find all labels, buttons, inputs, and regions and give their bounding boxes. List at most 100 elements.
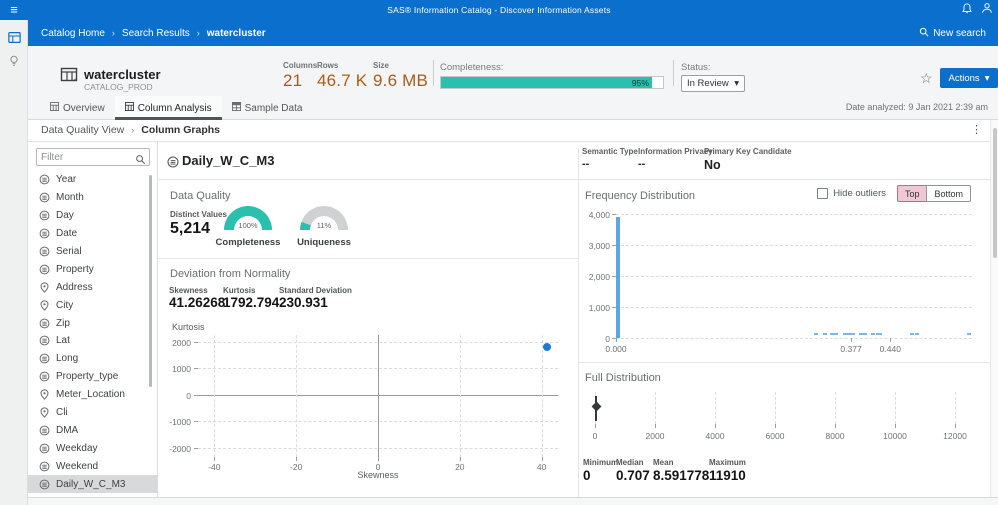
notifications-bell-icon[interactable] [962,1,972,19]
y-tick-label: 3,000 [579,241,610,251]
new-search-button[interactable]: New search [919,20,986,46]
sidebar-item-property_type[interactable]: Property_type [28,368,158,386]
numeric-type-icon [39,443,50,454]
menu-icon[interactable]: ≡ [0,0,28,20]
x-tick [214,457,215,461]
favorite-star-icon[interactable]: ☆ [920,70,933,87]
sidebar-item-label: Month [56,192,84,203]
maximum-label: Maximum [709,458,746,467]
y-tick-label: 1,000 [579,303,610,313]
sidebar-item-label: Lat [56,335,70,346]
filter-input[interactable] [41,150,133,164]
data-quality-title: Data Quality [170,190,231,202]
sidebar-item-address[interactable]: Address [28,278,158,296]
numeric-type-icon [39,246,50,257]
numeric-type-icon [39,335,50,346]
skewness-label: Skewness [169,286,208,295]
sidebar-item-meter_location[interactable]: Meter_Location [28,386,158,404]
user-profile-icon[interactable] [981,1,993,19]
x-tick [775,424,776,428]
suggestions-rail-icon[interactable] [6,54,22,70]
y-tick-label: 2,000 [579,272,610,282]
breadcrumb-bar: Catalog Home › Search Results › waterclu… [28,20,998,46]
char-type-icon [39,389,50,400]
status-select[interactable]: In Review ▾ [681,75,745,92]
gridline-h [616,338,972,339]
x-tick [616,338,617,342]
numeric-type-icon [39,264,50,275]
divider [433,60,434,86]
sidebar-item-day[interactable]: Day [28,207,158,225]
breadcrumb-current-asset[interactable]: watercluster [207,28,266,39]
size-stat-value: 9.6 MB [373,71,428,91]
numeric-type-icon [39,210,50,221]
column-list: Year Month DayDateSerialProperty Address Cit… [28,171,158,497]
x-tick [895,424,896,428]
sidebar-item-property[interactable]: Property [28,260,158,278]
x-tick-label: 0.000 [600,344,632,354]
distinct-values-label: Distinct Values [170,210,227,219]
outlier-mark [915,333,919,335]
breadcrumb-search-results[interactable]: Search Results [122,28,190,39]
x-tick-label: -20 [281,462,311,472]
x-tick [542,457,543,461]
outlier-mark [910,333,914,335]
tab-label: Column Analysis [138,103,212,114]
x-tick-label: 6000 [757,431,793,441]
tab-overview[interactable]: Overview [40,96,115,120]
sidebar-item-long[interactable]: Long [28,350,158,368]
frequency-bar [616,217,620,338]
minimum-value: 0 [583,468,591,483]
gridline-v [460,335,461,457]
more-options-icon[interactable]: ⋮ [971,123,982,136]
vertical-scrollbar-thumb[interactable] [993,128,997,258]
skewness-value: 41.26268 [169,295,225,310]
std-deviation-value: 230.931 [279,295,328,310]
scatter-chart: Kurtosis Skewness 200010000-1000-2000-40… [158,312,578,497]
completeness-label: Completeness: [440,62,503,73]
left-analysis-column: Data Quality Distinct Values 5,214 100% … [158,180,578,497]
columns-stat-label: Columns [283,61,317,70]
sidebar-item-zip[interactable]: Zip [28,314,158,332]
right-analysis-column: Frequency Distribution Hide outliers Top… [579,180,990,497]
y-tick [194,395,198,396]
numeric-type-icon [39,461,50,472]
information-privacy-value: -- [638,158,645,170]
outlier-mark [851,333,855,335]
view-parent-link[interactable]: Data Quality View [41,124,124,136]
kurtosis-value: 1792.794 [223,295,279,310]
sidebar-item-weekend[interactable]: Weekend [28,457,158,475]
primary-key-candidate-label: Primary Key Candidate [704,147,792,156]
vertical-scrollbar[interactable] [990,120,998,497]
sidebar-item-dma[interactable]: DMA [28,421,158,439]
column-sidebar: Year Month DayDateSerialProperty Address Cit… [28,142,158,497]
catalog-rail-icon[interactable] [6,30,22,46]
tab-column-analysis[interactable]: Column Analysis [115,96,222,120]
left-app-rail [0,20,28,505]
sidebar-item-year[interactable]: Year [28,171,158,189]
y-tick [194,448,198,449]
uniqueness-gauge-percent: 11% [300,221,348,230]
date-analyzed: Date analyzed: 9 Jan 2021 2:39 am [846,102,988,112]
outlier-mark [823,333,827,335]
numeric-type-icon [167,155,179,173]
sidebar-item-label: Address [56,282,93,293]
status-label: Status: [681,62,711,73]
numeric-type-icon [39,318,50,329]
breadcrumb-catalog-home[interactable]: Catalog Home [41,28,105,39]
sidebar-item-weekday[interactable]: Weekday [28,439,158,457]
sidebar-item-city[interactable]: City [28,296,158,314]
x-tick [460,457,461,461]
actions-button[interactable]: Actions ▾ [940,68,998,88]
mean-label: Mean [653,458,673,467]
sidebar-item-daily_w_c_m3[interactable]: Daily_W_C_M3 [28,475,158,493]
sidebar-item-month[interactable]: Month [28,189,158,207]
char-type-icon [39,300,50,311]
sidebar-item-cli[interactable]: Cli [28,404,158,422]
filter-box [36,148,150,166]
sidebar-scrollbar-thumb[interactable] [149,175,152,387]
tab-sample-data[interactable]: Sample Data [222,96,313,120]
sidebar-item-date[interactable]: Date [28,225,158,243]
sidebar-item-lat[interactable]: Lat [28,332,158,350]
sidebar-item-serial[interactable]: Serial [28,243,158,261]
